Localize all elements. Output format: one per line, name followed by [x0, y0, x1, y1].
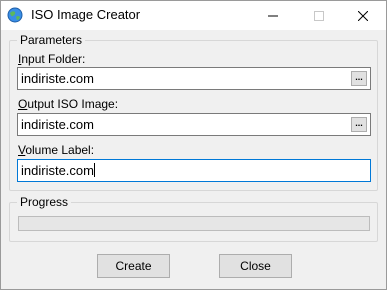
text-caret: [93, 163, 95, 177]
close-button[interactable]: Close: [219, 254, 292, 278]
create-button[interactable]: Create: [97, 254, 170, 278]
input-folder-label: Input Folder:: [18, 52, 86, 66]
parameters-legend: Parameters: [17, 33, 86, 47]
globe-icon: [7, 7, 23, 23]
title-bar[interactable]: ISO Image Creator: [1, 1, 386, 30]
volume-label-field[interactable]: indiriste.com: [17, 159, 371, 182]
volume-label-label: Volume Label:: [18, 143, 95, 157]
input-folder-field[interactable]: indiriste.com ...: [17, 67, 371, 90]
iso-creator-window: ISO Image Creator Parameters Input Folde…: [0, 0, 387, 290]
progress-legend: Progress: [17, 195, 72, 209]
minimize-icon: [268, 15, 278, 16]
progress-group: Progress: [9, 195, 378, 242]
minimize-button[interactable]: [250, 1, 296, 30]
input-folder-value: indiriste.com: [21, 71, 94, 86]
maximize-icon: [314, 10, 324, 21]
close-window-button[interactable]: [340, 1, 386, 30]
close-icon: [358, 10, 368, 21]
output-iso-value: indiriste.com: [21, 117, 94, 132]
output-iso-label: Output ISO Image:: [18, 97, 119, 111]
input-folder-browse-button[interactable]: ...: [351, 71, 367, 86]
maximize-button[interactable]: [296, 1, 342, 30]
output-iso-field[interactable]: indiriste.com ...: [17, 113, 371, 136]
progress-bar: [18, 216, 370, 231]
window-title: ISO Image Creator: [31, 7, 141, 22]
output-iso-browse-button[interactable]: ...: [351, 117, 367, 132]
volume-label-value: indiriste.com: [21, 163, 94, 178]
